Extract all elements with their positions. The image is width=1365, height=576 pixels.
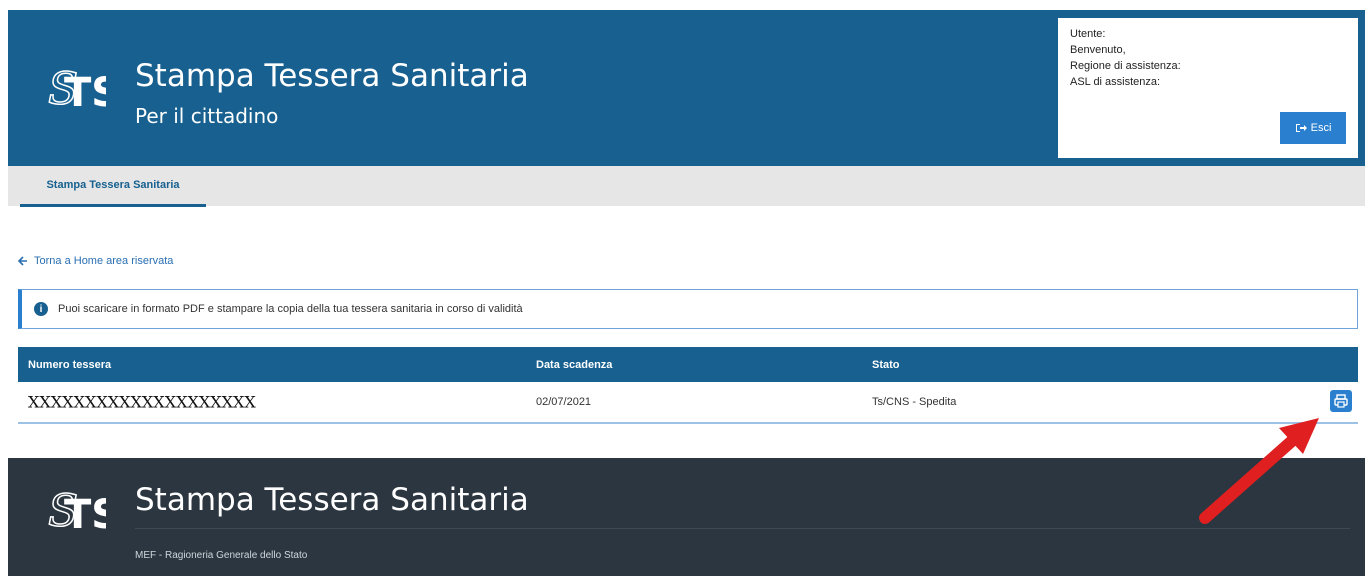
back-link-label: Torna a Home area riservata [34, 255, 174, 267]
tessera-table: Numero tessera Data scadenza Stato XXXXX… [18, 347, 1358, 424]
user-label: Utente: [1070, 28, 1106, 40]
svg-text:TS: TS [64, 70, 106, 116]
cell-data-scadenza: 02/07/2021 [536, 396, 592, 408]
site-footer: S TS Stampa Tessera Sanitaria MEF - Ragi… [8, 458, 1365, 576]
tab-stampa-tessera[interactable]: Stampa Tessera Sanitaria [20, 166, 206, 207]
sts-logo-icon: S TS [47, 63, 106, 116]
user-panel: Utente: Benvenuto, Regione di assistenza… [1058, 18, 1358, 158]
app-title: Stampa Tessera Sanitaria [135, 58, 529, 94]
col-data-scadenza: Data scadenza [536, 358, 613, 371]
cell-stato: Ts/CNS - Spedita [872, 396, 957, 408]
print-button[interactable] [1330, 390, 1352, 412]
tab-label: Stampa Tessera Sanitaria [46, 179, 180, 191]
cell-numero-tessera: XXXXXXXXXXXXXXXXXXXX [28, 392, 256, 412]
info-alert: i Puoi scaricare in formato PDF e stampa… [18, 289, 1358, 329]
site-header: S TS Stampa Tessera Sanitaria Per il cit… [8, 10, 1365, 166]
table-header: Numero tessera Data scadenza Stato [18, 347, 1358, 382]
exit-button-label: Esci [1310, 122, 1332, 134]
asl-label: ASL di assistenza: [1070, 76, 1161, 88]
app-subtitle: Per il cittadino [135, 104, 279, 128]
footer-org: MEF - Ragioneria Generale dello Stato [135, 550, 308, 561]
red-arrow-annotation-icon [1199, 418, 1319, 524]
footer-divider [135, 528, 1350, 529]
info-circle-icon: i [34, 302, 48, 316]
footer-title: Stampa Tessera Sanitaria [135, 482, 529, 518]
exit-button[interactable]: Esci [1280, 112, 1346, 144]
tab-bar: Stampa Tessera Sanitaria [8, 166, 1365, 207]
back-home-link[interactable]: Torna a Home area riservata [18, 255, 173, 267]
svg-text:TS: TS [64, 492, 106, 538]
table-row: XXXXXXXXXXXXXXXXXXXX 02/07/2021 Ts/CNS -… [18, 382, 1358, 424]
info-text: Puoi scaricare in formato PDF e stampare… [58, 303, 523, 315]
sts-logo-icon: S TS [47, 485, 106, 538]
print-icon [1334, 394, 1348, 408]
region-label: Regione di assistenza: [1070, 60, 1181, 72]
col-numero-tessera: Numero tessera [28, 358, 112, 371]
welcome-label: Benvenuto, [1070, 44, 1126, 56]
sign-out-icon [1295, 124, 1307, 132]
arrow-left-icon [18, 256, 27, 266]
col-stato: Stato [872, 358, 900, 371]
